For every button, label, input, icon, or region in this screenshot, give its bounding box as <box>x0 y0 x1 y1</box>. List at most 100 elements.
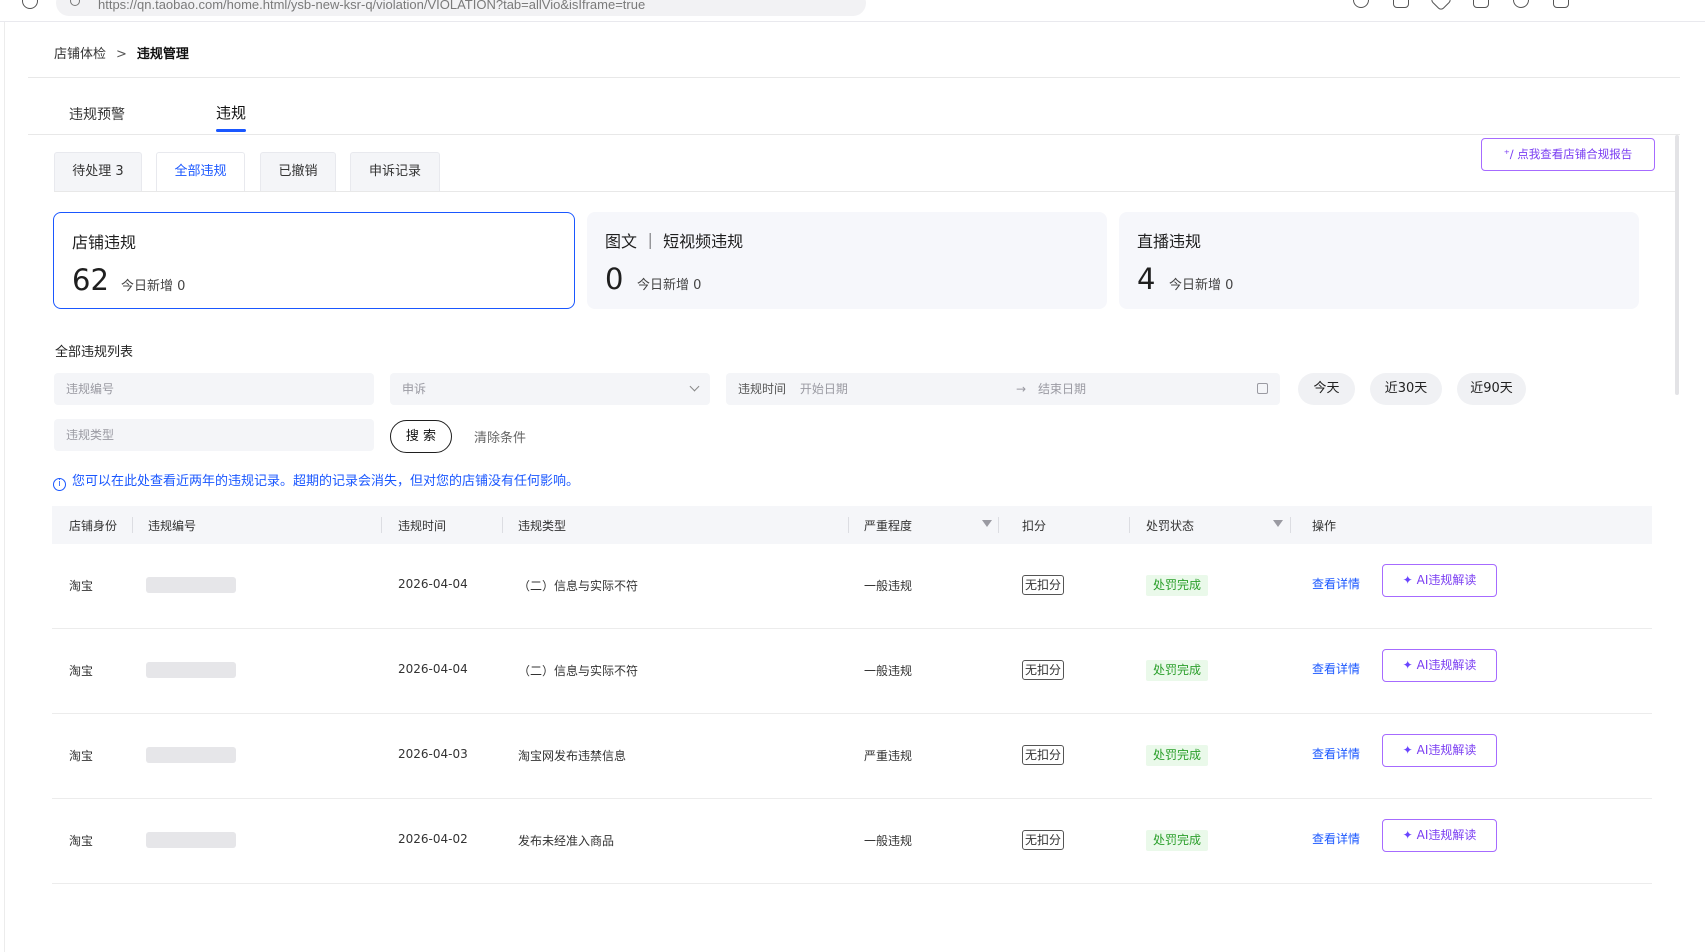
compliance-report-button[interactable]: ⁺∕ 点我查看店铺合规报告 <box>1481 138 1655 171</box>
stat-card-shop-violations[interactable]: 店铺违规 62 今日新增 0 <box>53 212 575 309</box>
notice-text: 您可以在此处查看近两年的违规记录。超期的记录会消失，但对您的店铺没有任何影响。 <box>72 474 580 489</box>
table-row: 淘宝 2026-04-04 （二）信息与实际不符 一般违规 无扣分 处罚完成 查… <box>52 544 1652 629</box>
subtab-appeal-records[interactable]: 申诉记录 <box>350 152 440 192</box>
star-icon[interactable] <box>1429 0 1453 12</box>
stat-card-live-violations[interactable]: 直播违规 4 今日新增 0 <box>1119 212 1639 309</box>
sparkle-icon: ✦ <box>1402 828 1413 842</box>
subtab-all-violations[interactable]: 全部违规 <box>156 152 245 192</box>
status-badge: 处罚完成 <box>1146 575 1208 596</box>
cell-type: （二）信息与实际不符 <box>518 579 639 593</box>
cell-shop: 淘宝 <box>69 749 94 763</box>
cell-date: 2026-04-02 <box>398 832 468 846</box>
stat-new-today: 今日新增 0 <box>121 279 186 294</box>
cell-date: 2026-04-04 <box>398 662 468 676</box>
deduction-tag: 无扣分 <box>1022 830 1064 850</box>
violation-id-blurred <box>146 832 236 848</box>
cell-date: 2026-04-04 <box>398 577 468 591</box>
appeal-select[interactable]: 申诉 <box>390 373 710 405</box>
date-range-picker[interactable]: 违规时间 开始日期 → 结束日期 <box>726 373 1280 405</box>
subtab-revoked[interactable]: 已撤销 <box>260 152 336 192</box>
filter-icon[interactable] <box>982 520 992 527</box>
deduction-tag: 无扣分 <box>1022 745 1064 765</box>
ai-interpret-button[interactable]: ✦ AI违规解读 <box>1382 649 1497 682</box>
stat-value: 4 <box>1137 262 1156 296</box>
url-text[interactable]: https://qn.taobao.com/home.html/ysb-new-… <box>98 0 645 12</box>
stat-title: 店铺违规 <box>72 233 137 252</box>
stat-new-today: 今日新增 0 <box>637 278 702 293</box>
info-icon: i <box>53 478 66 491</box>
column-divider <box>132 517 133 533</box>
ai-interpret-button[interactable]: ✦ AI违规解读 <box>1382 819 1497 852</box>
deduction-tag: 无扣分 <box>1022 660 1064 680</box>
view-details-link[interactable]: 查看详情 <box>1312 830 1360 847</box>
date-range-label: 违规时间 <box>738 382 787 396</box>
clear-filters-link[interactable]: 清除条件 <box>474 427 526 446</box>
col-violation-type: 违规类型 <box>518 519 567 533</box>
violation-id-input[interactable]: 违规编号 <box>54 373 374 405</box>
deduction-tag: 无扣分 <box>1022 575 1064 595</box>
history-icon[interactable] <box>22 0 38 9</box>
calendar-icon <box>1257 383 1268 394</box>
range-today-button[interactable]: 今天 <box>1298 373 1355 405</box>
copy-icon[interactable] <box>1393 0 1409 8</box>
cell-shop: 淘宝 <box>69 834 94 848</box>
breadcrumb-parent[interactable]: 店铺体检 <box>54 47 106 62</box>
column-divider <box>1129 517 1130 533</box>
col-violation-id: 违规编号 <box>148 519 197 533</box>
chat-icon[interactable] <box>1553 0 1569 8</box>
col-deduction: 扣分 <box>1022 519 1047 533</box>
filter-icon[interactable] <box>1273 520 1283 527</box>
ai-interpret-button[interactable]: ✦ AI违规解读 <box>1382 734 1497 767</box>
tab-violation-warning[interactable]: 违规预警 <box>69 104 125 124</box>
column-divider <box>998 517 999 533</box>
view-details-link[interactable]: 查看详情 <box>1312 575 1360 592</box>
table-row: 淘宝 2026-04-02 发布未经准入商品 一般违规 无扣分 处罚完成 查看详… <box>52 799 1652 884</box>
column-divider <box>381 517 382 533</box>
col-shop-identity: 店铺身份 <box>69 519 118 533</box>
stat-title: 直播违规 <box>1137 232 1202 251</box>
cell-type: 淘宝网发布违禁信息 <box>518 749 627 763</box>
range-90days-button[interactable]: 近90天 <box>1457 373 1526 405</box>
cell-shop: 淘宝 <box>69 579 94 593</box>
sparkle-icon: ✦ <box>1402 658 1413 672</box>
subtabs-baseline <box>54 191 1679 192</box>
compliance-report-label: 点我查看店铺合规报告 <box>1517 147 1633 161</box>
sparkle-icon: ✦ <box>1402 573 1413 587</box>
top-tabs: 违规预警 违规 <box>28 96 1680 135</box>
scrollbar[interactable] <box>1675 135 1679 395</box>
col-violation-time: 违规时间 <box>398 519 447 533</box>
violation-type-input[interactable]: 违规类型 <box>54 419 374 451</box>
column-divider <box>848 517 849 533</box>
cell-type: 发布未经准入商品 <box>518 834 615 848</box>
cell-severity: 一般违规 <box>864 664 913 678</box>
table-row: 淘宝 2026-04-03 淘宝网发布违禁信息 严重违规 无扣分 处罚完成 查看… <box>52 714 1652 799</box>
timer-icon[interactable] <box>1353 0 1369 8</box>
start-date-input[interactable]: 开始日期 <box>800 382 848 396</box>
status-badge: 处罚完成 <box>1146 660 1208 681</box>
stat-card-content-violations[interactable]: 图文 ｜ 短视频违规 0 今日新增 0 <box>587 212 1107 309</box>
breadcrumb-current: 违规管理 <box>136 47 189 62</box>
view-details-link[interactable]: 查看详情 <box>1312 660 1360 677</box>
sparkle-icon: ✦ <box>1402 743 1413 757</box>
date-arrow: → <box>1016 382 1027 396</box>
power-icon[interactable] <box>1513 0 1529 8</box>
window-icon[interactable] <box>1473 0 1489 8</box>
cell-severity: 严重违规 <box>864 749 913 763</box>
ai-interpret-label: AI违规解读 <box>1416 828 1477 842</box>
search-button[interactable]: 搜 索 <box>390 420 452 453</box>
ai-interpret-button[interactable]: ✦ AI违规解读 <box>1382 564 1497 597</box>
tab-violations[interactable]: 违规 <box>216 102 247 132</box>
breadcrumb-separator: > <box>116 47 127 62</box>
view-details-link[interactable]: 查看详情 <box>1312 745 1360 762</box>
stat-title: 图文 ｜ 短视频违规 <box>605 232 744 251</box>
retention-notice: i 您可以在此处查看近两年的违规记录。超期的记录会消失，但对您的店铺没有任何影响。 <box>53 470 579 491</box>
range-30days-button[interactable]: 近30天 <box>1370 373 1442 405</box>
ai-interpret-label: AI违规解读 <box>1416 658 1477 672</box>
end-date-input[interactable]: 结束日期 <box>1038 373 1086 405</box>
table-header: 店铺身份 违规编号 违规时间 违规类型 严重程度 扣分 处罚状态 操作 <box>52 506 1652 544</box>
ai-interpret-label: AI违规解读 <box>1416 743 1477 757</box>
cell-shop: 淘宝 <box>69 664 94 678</box>
appeal-select-value: 申诉 <box>402 382 427 396</box>
subtab-pending[interactable]: 待处理 3 <box>54 152 142 192</box>
violation-id-blurred <box>146 747 236 763</box>
